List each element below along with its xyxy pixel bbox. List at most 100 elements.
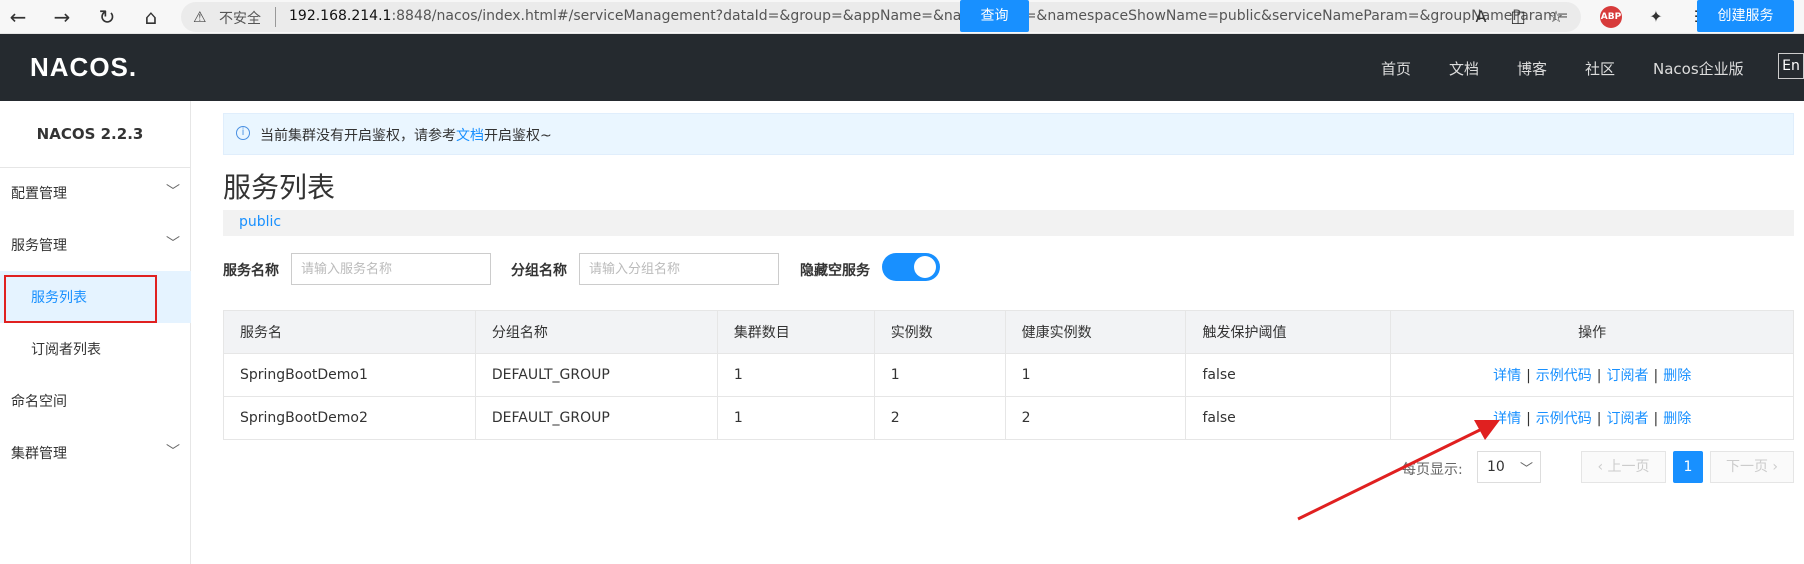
nav-community[interactable]: 社区: [1585, 58, 1615, 79]
ops-separator: |: [1596, 411, 1602, 427]
sidebar-item-subscriber-list[interactable]: 订阅者列表: [0, 323, 191, 375]
col-cluster-count: 集群数目: [716, 310, 875, 354]
sidebar-item-label: 配置管理: [11, 186, 67, 202]
cell-group-name: DEFAULT_GROUP: [474, 353, 718, 397]
notice-docs-link[interactable]: 文档: [456, 128, 484, 144]
sidebar-item-namespace[interactable]: 命名空间: [0, 375, 191, 427]
ops-separator: |: [1653, 368, 1659, 384]
page-size-value: 10: [1487, 459, 1505, 475]
sidebar-item-label: 订阅者列表: [31, 342, 101, 358]
sidebar-item-label: 服务管理: [11, 238, 67, 254]
nav-blog[interactable]: 博客: [1517, 58, 1547, 79]
sidebar-item-service-list[interactable]: 服务列表: [0, 271, 191, 323]
sidebar-item-cluster[interactable]: 集群管理 ﹀: [0, 427, 191, 479]
notice-after: 开启鉴权~: [484, 128, 552, 144]
url-text[interactable]: 192.168.214.1:8848/nacos/index.html#/ser…: [289, 8, 1569, 24]
cell-group-name: DEFAULT_GROUP: [474, 396, 718, 440]
nav-enterprise[interactable]: Nacos企业版: [1653, 58, 1744, 79]
group-name-label: 分组名称: [511, 263, 567, 279]
query-button[interactable]: 查询: [960, 0, 1029, 32]
next-page-button[interactable]: 下一页 ›: [1710, 451, 1794, 483]
toggle-knob: [914, 256, 936, 278]
detail-link[interactable]: 详情: [1493, 368, 1521, 384]
col-service-name: 服务名: [223, 310, 476, 354]
browser-toolbar: ← → ↻ ⌂ ⚠ 不安全 192.168.214.1:8848/nacos/i…: [0, 0, 1804, 34]
favorite-star-icon[interactable]: ☆: [1545, 6, 1567, 28]
chevron-left-icon: ‹: [1597, 459, 1608, 475]
address-separator: [275, 7, 276, 27]
adblock-icon[interactable]: ABP: [1600, 6, 1622, 28]
delete-link[interactable]: 删除: [1663, 411, 1691, 427]
group-name-input[interactable]: [580, 254, 778, 284]
language-switch-button[interactable]: En: [1778, 53, 1804, 79]
notice-text: 当前集群没有开启鉴权，请参考文档开启鉴权~: [260, 125, 552, 145]
detail-link[interactable]: 详情: [1493, 411, 1521, 427]
ops-separator: |: [1526, 411, 1531, 427]
security-label[interactable]: 不安全: [219, 8, 261, 28]
chevron-down-icon: ﹀: [166, 444, 180, 460]
page-number-current[interactable]: 1: [1673, 451, 1703, 483]
url-host: 192.168.214.1: [289, 8, 392, 24]
table-row: SpringBootDemo1 DEFAULT_GROUP 1 1 1 fals…: [223, 353, 1794, 397]
sidebar-item-service-management[interactable]: 服务管理 ﹀: [0, 219, 191, 271]
namespace-bar: public: [223, 210, 1794, 236]
chevron-down-icon: ﹀: [166, 236, 180, 252]
extensions-icon[interactable]: ✦: [1645, 6, 1667, 28]
sample-code-link[interactable]: 示例代码: [1536, 411, 1592, 427]
split-screen-icon[interactable]: ◫: [1507, 6, 1529, 28]
table-header-row: 服务名 分组名称 集群数目 实例数 健康实例数 触发保护阈值 操作: [223, 310, 1794, 354]
version-label: NACOS 2.2.3: [36, 125, 144, 143]
col-operations: 操作: [1390, 310, 1794, 354]
nav-home[interactable]: 首页: [1381, 58, 1411, 79]
sidebar: NACOS 2.2.3 配置管理 ﹀ 服务管理 ﹀ 服务列表 订阅者列表 命名空…: [0, 101, 191, 564]
subscribers-link[interactable]: 订阅者: [1607, 411, 1649, 427]
next-page-label: 下一页: [1725, 459, 1768, 475]
sidebar-item-label: 集群管理: [11, 446, 67, 462]
page-size-select[interactable]: 10 ﹀: [1477, 451, 1541, 483]
home-icon[interactable]: ⌂: [139, 5, 163, 29]
service-name-input[interactable]: [292, 254, 490, 284]
col-group-name: 分组名称: [474, 310, 718, 354]
cell-cluster-count: 1: [716, 396, 875, 440]
notice-before: 当前集群没有开启鉴权，请参考: [260, 128, 456, 144]
cell-healthy-count: 1: [1004, 353, 1187, 397]
sidebar-item-label: 命名空间: [11, 394, 67, 410]
warning-icon[interactable]: ⚠: [193, 8, 206, 26]
cell-instance-count: 2: [873, 396, 1006, 440]
nacos-logo[interactable]: NACOS.: [30, 52, 137, 83]
service-name-field[interactable]: [291, 253, 491, 285]
prev-page-button[interactable]: ‹ 上一页: [1581, 451, 1666, 483]
namespace-public[interactable]: public: [239, 214, 281, 230]
service-name-label: 服务名称: [223, 263, 279, 279]
back-icon[interactable]: ←: [6, 5, 30, 29]
delete-link[interactable]: 删除: [1663, 368, 1691, 384]
create-service-button[interactable]: 创建服务: [1697, 0, 1794, 32]
hide-empty-toggle[interactable]: [882, 253, 940, 281]
nav-docs[interactable]: 文档: [1449, 58, 1479, 79]
prev-page-label: 上一页: [1607, 459, 1650, 475]
col-protect-threshold: 触发保护阈值: [1185, 310, 1392, 354]
ops-separator: |: [1526, 368, 1531, 384]
sample-code-link[interactable]: 示例代码: [1536, 368, 1592, 384]
address-bar[interactable]: ⚠ 不安全 192.168.214.1:8848/nacos/index.htm…: [181, 2, 1581, 32]
forward-icon[interactable]: →: [50, 5, 74, 29]
cell-operations: 详情 | 示例代码 | 订阅者 | 删除: [1390, 353, 1794, 397]
info-icon: i: [236, 126, 250, 140]
subscribers-link[interactable]: 订阅者: [1607, 368, 1649, 384]
hide-empty-label: 隐藏空服务: [800, 263, 870, 279]
cell-operations: 详情 | 示例代码 | 订阅者 | 删除: [1390, 396, 1794, 440]
cell-service-name: SpringBootDemo1: [223, 353, 476, 397]
page-title: 服务列表: [223, 171, 336, 204]
top-navigation: NACOS. 首页 文档 博客 社区 Nacos企业版 En: [0, 34, 1804, 101]
col-healthy-count: 健康实例数: [1004, 310, 1187, 354]
sidebar-item-config[interactable]: 配置管理 ﹀: [0, 167, 191, 219]
read-aloud-icon[interactable]: A: [1470, 6, 1492, 28]
chevron-right-icon: ›: [1767, 459, 1779, 475]
reload-icon[interactable]: ↻: [95, 5, 119, 29]
group-name-field[interactable]: [579, 253, 779, 285]
col-instance-count: 实例数: [873, 310, 1006, 354]
chevron-down-icon: ﹀: [1520, 462, 1534, 477]
ops-separator: |: [1653, 411, 1659, 427]
auth-notice: i 当前集群没有开启鉴权，请参考文档开启鉴权~: [223, 113, 1794, 155]
cell-protect-threshold: false: [1185, 396, 1392, 440]
